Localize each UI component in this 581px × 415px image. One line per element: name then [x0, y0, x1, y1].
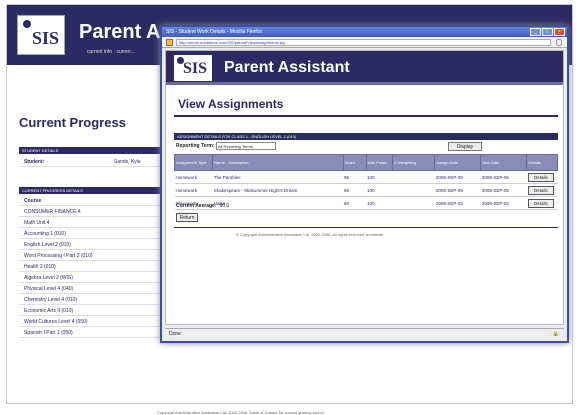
- col-header: Max Points: [365, 154, 394, 171]
- cell-name: Shakespeare - Midsummer Night's Dream: [212, 183, 344, 197]
- avg-value: 90.6: [219, 203, 230, 209]
- assignment-details-bar: ASSIGNMENT DETAILS FOR CLASS 1 - ENGLISH…: [174, 133, 558, 140]
- course-name: World Cultures Level 4 (050): [24, 319, 88, 325]
- window-controls: _ □ ×: [530, 28, 565, 36]
- lock-icon: [556, 39, 562, 46]
- cell-due: 2008-SEP-05: [480, 183, 527, 197]
- minimize-icon[interactable]: _: [530, 28, 541, 36]
- cell-weight: [392, 170, 435, 184]
- address-bar: http://demo.edulatens.com/SIS/parent/Vie…: [162, 37, 567, 48]
- cell-assign: 2008-SEP-03: [434, 196, 481, 210]
- cell-name: Haiku: [212, 196, 344, 210]
- course-name: Economic Arts II (010): [24, 308, 74, 314]
- popup-brand: Parent Assistant: [224, 59, 350, 76]
- avg-label: Current Average:: [176, 203, 217, 209]
- popup-sis-logo: SIS: [174, 55, 212, 81]
- cell-assign: 2008-SEP-05: [434, 170, 481, 184]
- assignment-row: Homework Shakespeare - Midsummer Night's …: [174, 183, 558, 197]
- student-details-bar: STUDENT DETAILS: [19, 147, 169, 154]
- cell-score: 95: [343, 170, 366, 184]
- popup-copyright: © Copyright Administrative Assistants Lt…: [236, 232, 385, 237]
- close-icon[interactable]: ×: [554, 28, 565, 36]
- reporting-term-select[interactable]: All Reporting Terms: [216, 142, 276, 150]
- details-button[interactable]: Details: [527, 172, 554, 182]
- assignment-row: Homework The Parables 95 100 2008-SEP-05 2008…: [174, 170, 558, 184]
- view-assignments-title: View Assignments: [178, 97, 284, 111]
- course-name: Accounting 1 (010): [24, 231, 66, 237]
- page-title: Current Progress: [19, 115, 126, 130]
- course-name: Word Processing I Part 2 (010): [24, 253, 93, 259]
- window-title: SIS - Student Work Details - Mozilla Fir…: [166, 29, 263, 35]
- popup-header: SIS Parent Assistant: [166, 51, 563, 85]
- footer-divider: [174, 227, 558, 228]
- cell-details: Details: [526, 196, 558, 210]
- cell-name: The Parables: [212, 170, 344, 184]
- url-field[interactable]: http://demo.edulatens.com/SIS/parent/Vie…: [176, 39, 551, 46]
- bg-nav[interactable]: current info · curren...: [87, 49, 135, 55]
- col-header: Z-Weighting: [392, 154, 436, 171]
- cell-max: 100: [366, 183, 393, 197]
- cell-type: Homework: [174, 183, 213, 197]
- course-name: Chemistry Level 4 (010): [24, 297, 78, 303]
- cell-max: 100: [366, 196, 393, 210]
- page-favicon-icon: [166, 39, 173, 46]
- assignment-row: Classwork Haiku 90 100 2008-SEP-03 2008-SEP-0…: [174, 196, 558, 210]
- col-header: Assign Date: [434, 154, 482, 171]
- status-lock-icon: 🔒: [552, 331, 559, 337]
- title-divider: [174, 115, 558, 117]
- popup-titlebar: SIS - Student Work Details - Mozilla Fir…: [162, 27, 567, 37]
- cell-due: 2008-SEP-05: [480, 170, 527, 184]
- current-average: Current Average: 90.6: [176, 203, 229, 209]
- details-button[interactable]: Details: [527, 198, 554, 208]
- cell-score: 88: [343, 183, 366, 197]
- course-name: Physical Level 4 (040): [24, 286, 74, 292]
- sis-logo: SIS: [17, 15, 65, 55]
- cell-max: 100: [366, 170, 393, 184]
- course-name: English Level 2 (010): [24, 242, 71, 248]
- cell-due: 2008-SEP-03: [480, 196, 527, 210]
- display-button[interactable]: Display: [448, 142, 482, 151]
- popup-logo-text: SIS: [183, 60, 208, 77]
- cell-weight: [392, 196, 435, 210]
- maximize-icon[interactable]: □: [542, 28, 553, 36]
- popup-window: SIS - Student Work Details - Mozilla Fir…: [160, 25, 569, 343]
- cell-assign: 2008-SEP-05: [434, 183, 481, 197]
- student-row: Student: Sands, Kyle: [19, 156, 169, 167]
- details-button[interactable]: Details: [527, 185, 554, 195]
- logo-text: SIS: [32, 28, 60, 48]
- cell-details: Details: [526, 170, 558, 184]
- cell-weight: [392, 183, 435, 197]
- course-name: CONSUMER FINANCE 4: [24, 209, 81, 215]
- status-bar: Done 🔒: [165, 328, 564, 338]
- col-header: Details: [526, 154, 558, 171]
- col-header: Due Date: [480, 154, 528, 171]
- logo-dot-icon: [23, 20, 31, 28]
- cell-score: 90: [343, 196, 366, 210]
- reporting-term-label: Reporting Term:: [176, 143, 215, 149]
- course-name: Math Unit 4: [24, 220, 50, 226]
- assignments-table: Assignment Type Name - Description Score Ma…: [173, 154, 558, 210]
- course-name: Algebra Level 2 (WIS): [24, 275, 73, 281]
- popup-content: SIS Parent Assistant View Assignments AS…: [165, 50, 564, 325]
- col-header: Assignment Type: [173, 154, 214, 171]
- app-title: Parent As: [79, 21, 172, 43]
- cell-details: Details: [526, 183, 558, 197]
- course-name: Health 2 (010): [24, 264, 56, 270]
- course-col: Course: [24, 198, 42, 204]
- cell-type: Homework: [174, 170, 213, 184]
- col-header: Name - Description: [212, 154, 344, 171]
- progress-details-bar: CURRENT PROGRESS DETAILS: [19, 187, 169, 194]
- student-label: Student:: [24, 159, 45, 165]
- return-button[interactable]: Return: [176, 213, 198, 222]
- col-header: Score: [342, 154, 367, 171]
- student-value: Sands, Kyle: [114, 159, 141, 165]
- course-name: Spanish I Part 1 (050): [24, 330, 73, 336]
- status-text: Done: [169, 331, 181, 337]
